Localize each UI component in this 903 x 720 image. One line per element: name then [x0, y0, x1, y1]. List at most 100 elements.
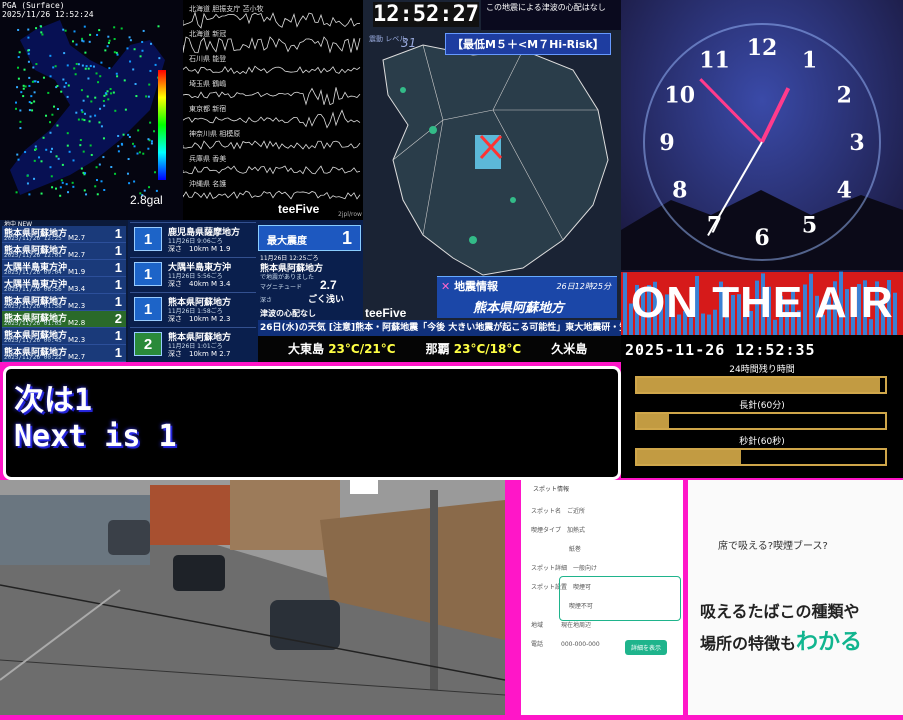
ad-panel: 席で吸える?喫煙ブース? 吸えるたばこの種類や 場所の特徴もわかる — [688, 480, 903, 715]
timer-label: 秒針(60秒) — [739, 437, 785, 447]
timer-label: 長針(60分) — [739, 401, 785, 411]
quake-mag: M2.7 — [68, 353, 86, 361]
intensity-sub: で地震がありました — [260, 274, 315, 281]
japan-shaking-map — [10, 20, 165, 197]
next-caption-jp: 次は1 — [14, 383, 93, 418]
detail-depth-mag: 深さ 10km M 2.3 — [168, 315, 231, 323]
quake-date: 2025/11/26 01:58 — [4, 303, 62, 310]
quake-list-item[interactable]: 熊本県阿蘇地方 2025/11/26 12:25 M2.7 1 — [2, 226, 126, 243]
timer-label: 24時間残り時間 — [729, 365, 795, 375]
app-row[interactable]: 喫煙タイプ 加熱式 — [531, 525, 585, 534]
timer-progress-bar — [635, 376, 887, 394]
street-camera-image — [0, 480, 505, 715]
info-time: 26日12時25分 — [556, 282, 611, 291]
quake-list-item[interactable]: 熊本県阿蘇地方 2025/11/26 00:22 M2.7 1 — [2, 345, 126, 362]
tsunami-note: 津波の心配なし — [260, 309, 316, 318]
detail-depth-mag: 深さ 40km M 3.4 — [168, 280, 231, 288]
info-region: 熊本県阿蘇地方 — [473, 301, 565, 316]
shindo-badge: 1 — [134, 227, 162, 251]
quake-mag: M2.7 — [68, 234, 86, 242]
wave-label: 石川県 能登 — [189, 55, 227, 63]
quake-mag: M2.7 — [68, 251, 86, 259]
quake-shindo: 1 — [114, 277, 122, 292]
clock-number: 3 — [849, 130, 864, 156]
quake-detail-card[interactable]: 1 大隅半島東方沖 11月26日 5:56ごろ 深さ 40km M 3.4 — [130, 257, 256, 289]
quake-date: 2025/11/26 00:45 — [4, 337, 62, 344]
quake-mag: M2.3 — [68, 302, 86, 310]
quake-mag: M2.8 — [68, 319, 86, 327]
clock-number: 10 — [664, 83, 695, 109]
brand-logo-map: teeFive — [365, 306, 407, 320]
datetime-readout: 2025-11-26 12:52:35 — [625, 341, 816, 359]
quake-list-item[interactable]: 大隅半島東方沖 2025/11/26 09:04 M1.9 1 — [2, 260, 126, 277]
depth-value: ごく浅い — [308, 295, 345, 305]
app-row[interactable]: 紙巻 — [531, 544, 581, 553]
quake-detail-card[interactable]: 1 鹿児島県薩摩地方 11月26日 9:06ごろ 深さ 10km M 1.9 — [130, 222, 256, 254]
detail-depth-mag: 深さ 10km M 1.9 — [168, 245, 231, 253]
app-tab[interactable]: スポット情報 — [533, 484, 569, 493]
seismograph-panel: 北海道 胆振支庁 苫小牧 北海道 新冠 石川県 能登 埼玉県 鶴嶋 東京都 新宿 神奈川県… — [183, 0, 363, 220]
epicenter-map-panel: 12:52:27 この地震による津波の心配はなし 震動 レベル 31 【最低M５… — [363, 0, 621, 320]
weather-strip: 大東島 23°C/21°C 那覇 23°C/18°C 久米島 — [258, 336, 621, 362]
clock-number: 4 — [837, 178, 852, 204]
quake-list-item[interactable]: 熊本県阿蘇地方 2025/11/26 00:45 M2.3 1 — [2, 328, 126, 345]
quake-shindo: 1 — [114, 294, 122, 309]
quake-shindo: 1 — [114, 260, 122, 275]
clock-number: 6 — [754, 225, 769, 251]
on-air-banner: ON THE AIR — [631, 278, 894, 327]
clock-number: 2 — [837, 83, 852, 109]
weather-item: 久米島 — [551, 342, 588, 356]
wave-label: 東京都 新宿 — [189, 105, 227, 113]
clock-number: 8 — [672, 178, 687, 204]
app-row[interactable]: 地域 現在地周辺 — [531, 620, 591, 629]
quake-shindo: 2 — [114, 311, 122, 326]
wave-footer: 2jpl/row — [338, 211, 362, 218]
wave-label: 北海道 胆振支庁 苫小牧 — [189, 5, 264, 13]
shindo-badge: 1 — [134, 262, 162, 286]
weather-item: 大東島 23°C/21°C — [288, 342, 396, 356]
quake-detail-card[interactable]: 2 熊本県阿蘇地方 11月26日 1:01ごろ 深さ 10km M 2.7 — [130, 327, 256, 359]
wave-label: 沖縄県 名護 — [189, 180, 227, 188]
brand-logo: teeFive — [278, 202, 320, 216]
quake-list-item[interactable]: 熊本県阿蘇地方 2025/11/26 01:03 M2.8 2 — [2, 311, 126, 328]
clock-number: 12 — [747, 35, 778, 61]
detail-depth-mag: 深さ 10km M 2.7 — [168, 350, 231, 358]
risk-banner: 【最低M５＋<M７Hi-Risk】 — [445, 33, 611, 55]
app-row[interactable]: スポット名 ご近所 — [531, 506, 585, 515]
shindo-badge: 1 — [134, 297, 162, 321]
quake-date: 2025/11/26 09:04 — [4, 269, 62, 276]
clock-number: 11 — [699, 48, 730, 74]
app-row[interactable]: 電話 000-000-000 — [531, 639, 600, 648]
max-intensity-box: 最大震度 1 — [258, 225, 361, 251]
quake-list-item[interactable]: 熊本県阿蘇地方 2025/11/26 12:01 M2.7 1 — [2, 243, 126, 260]
clock-number: 5 — [802, 212, 817, 238]
quake-info-box: ✕ 地震情報 26日12時25分 熊本県阿蘇地方 — [437, 276, 617, 318]
mag-value: 2.7 — [320, 278, 337, 292]
pga-color-scale — [158, 70, 166, 180]
tsunami-banner: この地震による津波の心配はなし — [481, 0, 621, 30]
quake-list-item[interactable]: 大隅半島東方沖 2025/11/26 06:56 M3.4 1 — [2, 277, 126, 294]
quake-detail-card[interactable]: 1 熊本県阿蘇地方 11月26日 1:58ごろ 深さ 10km M 2.3 — [130, 292, 256, 324]
timer-progress-bar — [635, 448, 887, 466]
quake-mag: M2.3 — [68, 336, 86, 344]
shindo-badge: 2 — [134, 332, 162, 356]
next-caption-box: 次は1 Next is 1 — [3, 366, 621, 480]
quake-mag: M1.9 — [68, 268, 86, 276]
quake-list-item[interactable]: 熊本県阿蘇地方 2025/11/26 01:58 M2.3 1 — [2, 294, 126, 311]
wave-label: 神奈川県 相模原 — [189, 130, 241, 138]
quake-mag: M3.4 — [68, 285, 86, 293]
quake-date: 2025/11/26 12:25 — [4, 235, 62, 242]
live-clock: 12:52:27 — [373, 2, 479, 27]
smoking-app-screen: スポット情報 スポット名 ご近所 喫煙タイプ 加熱式 紙巻 スポット詳細 一般向けス… — [521, 480, 683, 715]
app-row[interactable]: スポット詳細 一般向け — [531, 563, 597, 572]
timer-panel: 2025-11-26 12:52:35 24時間残り時間 長針(60分) 秒針(60… — [621, 335, 903, 478]
app-selection-frame — [559, 576, 681, 621]
quake-shindo: 1 — [114, 345, 122, 360]
max-intensity-panel: 最大震度 1 11月26日 12:25ごろ 熊本県阿蘇地方 で地震がありました … — [258, 220, 363, 320]
ad-line2: 場所の特徴もわかる — [700, 630, 863, 655]
depth-label: 深さ — [260, 297, 273, 304]
quake-shindo: 1 — [114, 226, 122, 241]
app-detail-button[interactable]: 詳細を表示 — [625, 640, 668, 655]
news-ticker: 26日(水)の天気 [注意]熊本・阿蘇地震「今後 大きい地震が起こる可能性」東大… — [258, 320, 621, 336]
scale-value: 31 — [401, 36, 417, 50]
